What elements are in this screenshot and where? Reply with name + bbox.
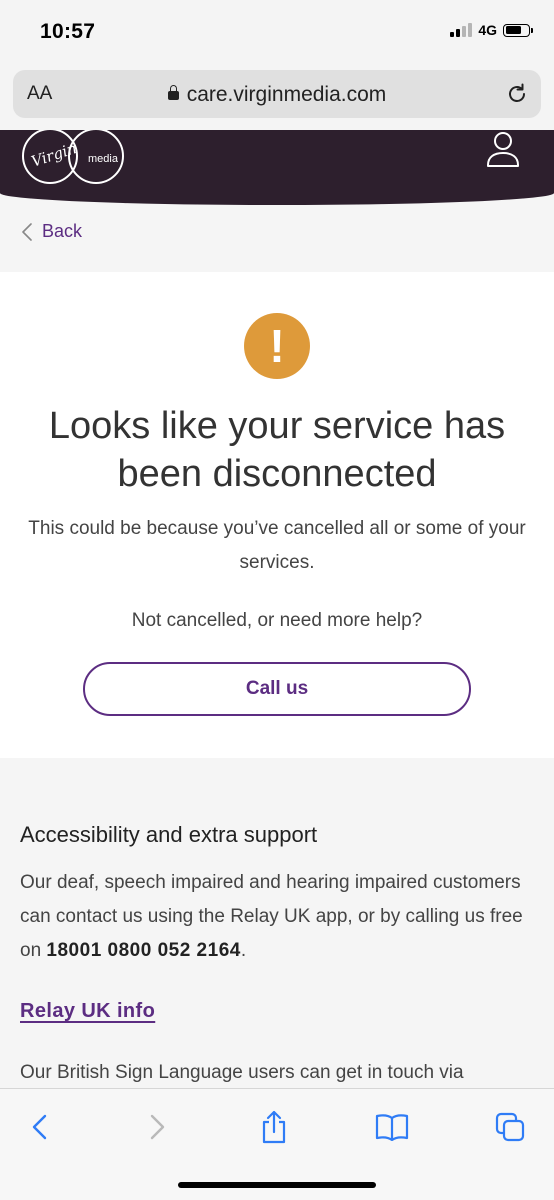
tabs-button[interactable]: [490, 1107, 530, 1147]
relay-phone-number: 18001 0800 052 2164: [46, 940, 241, 961]
bookmarks-button[interactable]: [372, 1107, 412, 1147]
chevron-left-icon: [22, 222, 32, 241]
chevron-left-icon: [32, 1114, 47, 1140]
back-link[interactable]: Back: [22, 221, 82, 242]
accessibility-heading: Accessibility and extra support: [20, 822, 318, 847]
site-header: Virgin media: [0, 130, 554, 205]
chevron-right-icon: [150, 1114, 165, 1140]
bsl-text: Our British Sign Language users can get …: [20, 1062, 464, 1083]
back-row: Back: [0, 205, 554, 272]
back-label: Back: [42, 221, 83, 241]
url-display[interactable]: care.virginmedia.com: [13, 83, 541, 107]
tabs-icon: [495, 1112, 525, 1142]
relay-uk-info-link[interactable]: Relay UK info: [20, 1000, 155, 1023]
user-account-icon[interactable]: [486, 132, 520, 172]
forward-nav-button[interactable]: [138, 1107, 178, 1147]
virgin-media-logo[interactable]: Virgin media: [18, 130, 128, 196]
network-label: 4G: [478, 22, 497, 38]
call-us-button[interactable]: Call us: [83, 662, 471, 716]
warning-icon: !: [244, 313, 310, 379]
book-icon: [375, 1114, 409, 1141]
address-bar[interactable]: AA care.virginmedia.com: [13, 70, 541, 118]
back-nav-button[interactable]: [19, 1107, 59, 1147]
help-prompt: Not cancelled, or need more help?: [131, 610, 423, 631]
share-button[interactable]: [254, 1107, 294, 1147]
lock-icon: [167, 85, 179, 100]
url-text: care.virginmedia.com: [186, 83, 387, 106]
logo-media-text: media: [88, 153, 119, 165]
accessibility-body: Our deaf, speech impaired and hearing im…: [20, 866, 534, 968]
browser-address-area: AA care.virginmedia.com: [0, 66, 554, 132]
reload-icon[interactable]: [503, 80, 531, 108]
status-time: 10:57: [40, 20, 96, 43]
status-indicators: 4G: [450, 22, 533, 38]
share-icon: [262, 1110, 286, 1144]
accessibility-body-end: .: [240, 940, 247, 961]
battery-icon: [503, 23, 533, 37]
signal-icon: [450, 23, 473, 37]
notice-description: This could be because you’ve cancelled a…: [28, 518, 526, 573]
page-title: Looks like your service has been disconn…: [48, 405, 506, 495]
home-indicator[interactable]: [178, 1182, 376, 1188]
status-bar: 10:57 4G: [0, 0, 554, 66]
disconnection-notice-card: ! Looks like your service has been disco…: [0, 272, 554, 758]
accessibility-section: Accessibility and extra support Our deaf…: [0, 758, 554, 1088]
